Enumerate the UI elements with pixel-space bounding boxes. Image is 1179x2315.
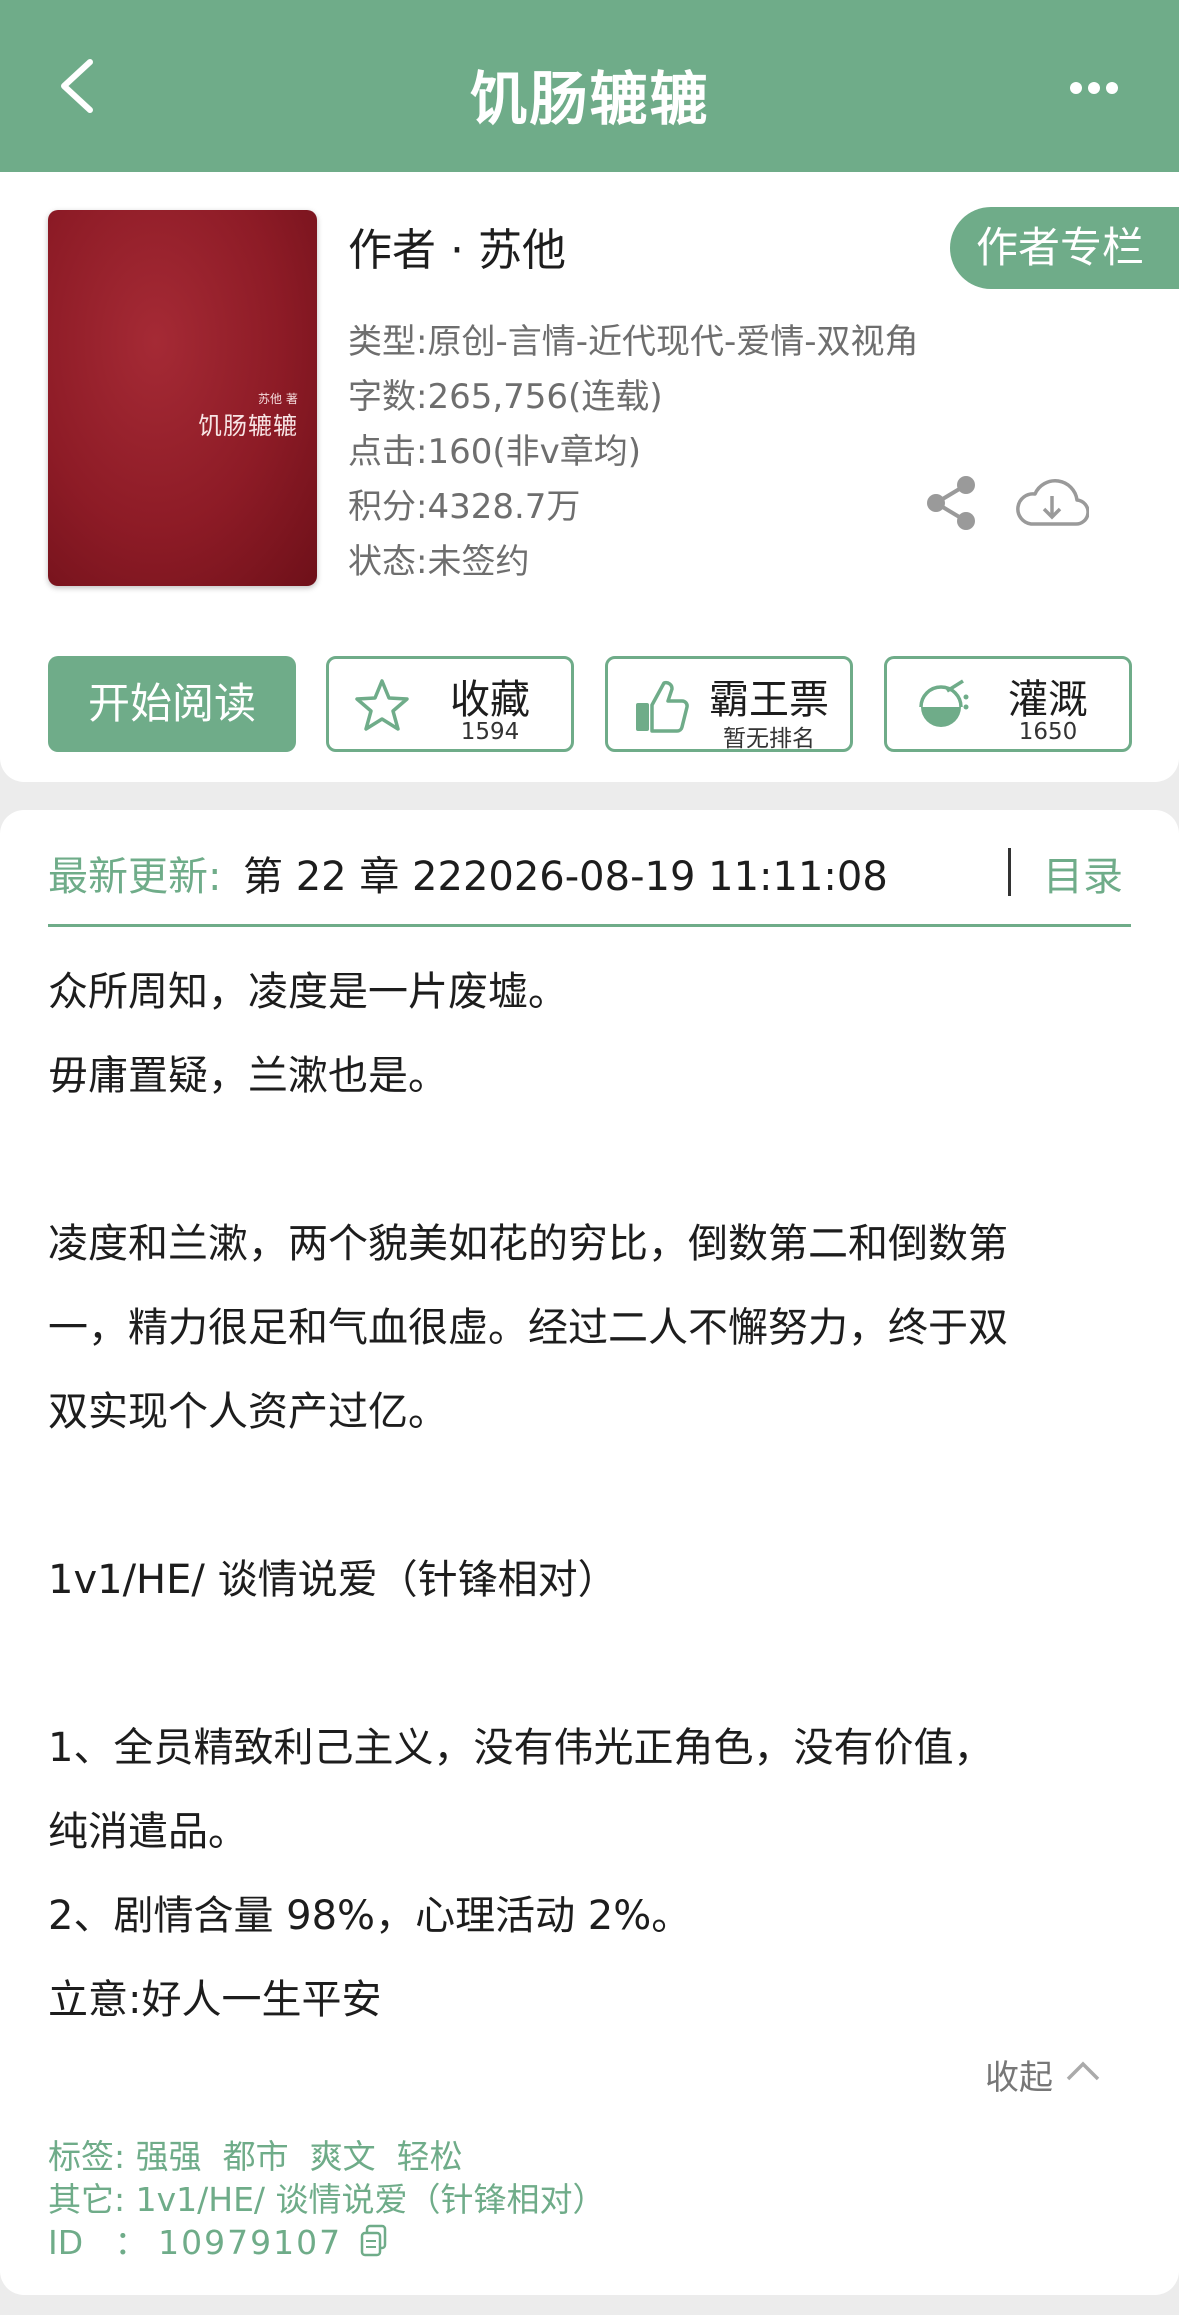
tags-row: 标签: 强强 都市 爽文 轻松 — [48, 2130, 463, 2178]
book-info-card: 苏他 著 饥肠辘辘 作者 · 苏他 作者专栏 类型:原创-言情-近代现代-爱情-… — [0, 172, 1179, 782]
tags-label: 标签: — [48, 2137, 126, 2176]
other-value: 1v1/HE/ 谈情说爱（针锋相对） — [135, 2180, 606, 2219]
water-label: 灌溉 — [1008, 677, 1088, 723]
cover-title: 饥肠辘辘 — [198, 412, 298, 440]
divider — [1008, 848, 1011, 896]
star-icon — [355, 679, 409, 731]
table-of-contents-link[interactable]: 目录 — [1043, 844, 1123, 902]
author-name[interactable]: 作者 · 苏他 — [348, 214, 566, 278]
more-options-icon[interactable] — [1069, 78, 1119, 98]
watering-flask-icon — [919, 679, 969, 727]
tags-value[interactable]: 强强 都市 爽文 轻松 — [136, 2137, 463, 2176]
synopsis-line: 双实现个人资产过亿。 — [48, 1389, 448, 1435]
synopsis-line: 毋庸置疑，兰漱也是。 — [48, 1053, 448, 1099]
meta-score: 积分:4328.7万 — [348, 487, 581, 527]
synopsis-line: 纯消遣品。 — [48, 1809, 248, 1855]
synopsis-line: 1v1/HE/ 谈情说爱（针锋相对） — [48, 1557, 618, 1603]
synopsis-line: 1、全员精致利己主义，没有伟光正角色，没有价值， — [48, 1725, 994, 1771]
latest-chapter[interactable]: 第 22 章 222026-08-19 11:11:08 — [243, 844, 888, 902]
synopsis-line — [48, 1454, 1131, 1538]
synopsis-line: 2、剧情含量 98%，心理活动 2%。 — [48, 1893, 692, 1939]
latest-update-row[interactable]: 最新更新: 第 22 章 222026-08-19 11:11:08 目录 — [48, 844, 1131, 904]
meta-type: 类型:原创-言情-近代现代-爱情-双视角 — [348, 322, 919, 362]
collect-count: 1594 — [460, 719, 520, 745]
thumbs-up-icon — [636, 680, 689, 733]
synopsis-line: 一，精力很足和气血很虚。经过二人不懈努力，终于双 — [48, 1305, 1008, 1351]
meta-word-count: 字数:265,756(连载) — [348, 377, 663, 417]
collect-button[interactable]: 收藏 1594 — [326, 656, 574, 752]
other-row: 其它: 1v1/HE/ 谈情说爱（针锋相对） — [48, 2173, 606, 2221]
top-bar: 饥肠辘辘 — [0, 0, 1179, 172]
id-label: ID ： — [48, 2223, 148, 2262]
meta-status: 状态:未签约 — [348, 542, 530, 582]
latest-update-label: 最新更新: — [48, 854, 222, 900]
download-icon[interactable] — [1015, 474, 1089, 532]
copy-icon[interactable] — [359, 2224, 389, 2258]
meta-clicks: 点击:160(非v章均) — [348, 432, 642, 472]
water-count: 1650 — [1018, 719, 1078, 745]
synopsis-line — [48, 1622, 1131, 1706]
water-button[interactable]: 灌溉 1650 — [884, 656, 1132, 752]
book-id: 10979107 — [158, 2223, 343, 2262]
collapse-button[interactable]: 收起 — [985, 2050, 1100, 2099]
separator-line — [48, 924, 1131, 927]
start-reading-button[interactable]: 开始阅读 — [48, 656, 296, 752]
collect-label: 收藏 — [450, 677, 530, 723]
page-title: 饥肠辘辘 — [469, 65, 710, 133]
synopsis-line — [48, 1118, 1131, 1202]
synopsis-line: 众所周知，凌度是一片废墟。 — [48, 969, 568, 1015]
synopsis-card: 最新更新: 第 22 章 222026-08-19 11:11:08 目录 众所… — [0, 810, 1179, 2295]
id-row: ID ： 10979107 — [48, 2216, 389, 2264]
synopsis-line: 凌度和兰漱，两个貌美如花的穷比，倒数第二和倒数第 — [48, 1221, 1008, 1267]
collapse-label: 收起 — [985, 2058, 1053, 2098]
vote-label: 霸王票 — [709, 677, 829, 723]
vote-rank: 暂无排名 — [723, 726, 815, 752]
chevron-up-icon — [1066, 2061, 1100, 2081]
other-label: 其它: — [48, 2180, 126, 2219]
synopsis-line: 立意:好人一生平安 — [48, 1977, 382, 2023]
cover-author: 苏他 著 — [258, 392, 298, 406]
synopsis-text: 众所周知，凌度是一片废墟。 毋庸置疑，兰漱也是。 凌度和兰漱，两个貌美如花的穷比… — [48, 950, 1131, 2042]
book-cover[interactable]: 苏他 著 饥肠辘辘 — [48, 210, 317, 586]
vote-button[interactable]: 霸王票 暂无排名 — [605, 656, 853, 752]
author-column-button[interactable]: 作者专栏 — [950, 207, 1179, 289]
share-icon[interactable] — [922, 474, 980, 532]
